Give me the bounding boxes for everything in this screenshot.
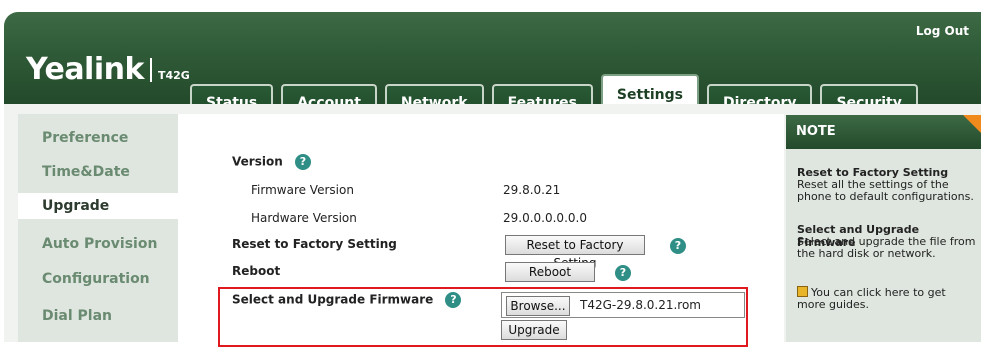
reboot-button[interactable]: Reboot bbox=[505, 262, 595, 282]
reset-factory-label: Reset to Factory Setting bbox=[232, 237, 397, 251]
web-admin-page: Log Out Yealink T42G Status Account Netw… bbox=[0, 0, 981, 347]
note-heading: NOTE bbox=[786, 115, 981, 149]
sidebar: Preference Time&Date Upgrade Auto Provis… bbox=[18, 114, 194, 342]
brand-logo: Yealink T42G bbox=[26, 52, 190, 87]
firmware-version-label: Firmware Version bbox=[251, 183, 354, 197]
note-guide-link[interactable]: You can click here to get more guides. bbox=[797, 286, 977, 311]
hardware-version-value: 29.0.0.0.0.0.0 bbox=[503, 211, 587, 225]
help-icon[interactable]: ? bbox=[670, 238, 686, 254]
help-icon[interactable]: ? bbox=[294, 154, 311, 170]
sidebar-item-dial-plan[interactable]: Dial Plan bbox=[42, 308, 112, 324]
note-reset-text: Reset all the settings of the phone to d… bbox=[797, 178, 974, 203]
selected-file-name: T42G-29.8.0.21.rom bbox=[580, 298, 701, 312]
model-name: T42G bbox=[157, 69, 190, 82]
firmware-version-value: 29.8.0.21 bbox=[503, 183, 561, 197]
logo-divider bbox=[149, 57, 152, 82]
reset-factory-button[interactable]: Reset to Factory Setting bbox=[505, 235, 645, 270]
sidebar-item-upgrade[interactable]: Upgrade bbox=[18, 193, 194, 219]
sidebar-item-auto-provision[interactable]: Auto Provision bbox=[42, 236, 157, 252]
reboot-label: Reboot bbox=[232, 264, 281, 278]
book-icon bbox=[797, 286, 808, 297]
hardware-version-label: Hardware Version bbox=[251, 211, 357, 225]
note-guide-text[interactable]: You can click here to get more guides. bbox=[797, 286, 946, 311]
file-chooser[interactable]: Browse... T42G-29.8.0.21.rom bbox=[501, 292, 745, 318]
sidebar-item-configuration[interactable]: Configuration bbox=[42, 271, 150, 287]
note-upgrade-text: Select and upgrade the file from the har… bbox=[797, 235, 976, 260]
note-corner-flag bbox=[963, 115, 981, 133]
help-icon[interactable]: ? bbox=[615, 265, 631, 281]
logo-text: Yealink bbox=[26, 52, 144, 87]
logout-link[interactable]: Log Out bbox=[916, 24, 969, 38]
upgrade-button[interactable]: Upgrade bbox=[501, 320, 567, 340]
version-label: Version bbox=[232, 154, 283, 169]
note-panel: NOTE Reset to Factory Setting Reset all … bbox=[786, 115, 981, 342]
header-bar: Log Out Yealink T42G Status Account Netw… bbox=[4, 12, 981, 116]
browse-button[interactable]: Browse... bbox=[506, 296, 570, 316]
version-heading: Version ? bbox=[232, 154, 311, 170]
sidebar-item-preference[interactable]: Preference bbox=[42, 130, 128, 146]
sidebar-item-time-date[interactable]: Time&Date bbox=[42, 164, 130, 180]
